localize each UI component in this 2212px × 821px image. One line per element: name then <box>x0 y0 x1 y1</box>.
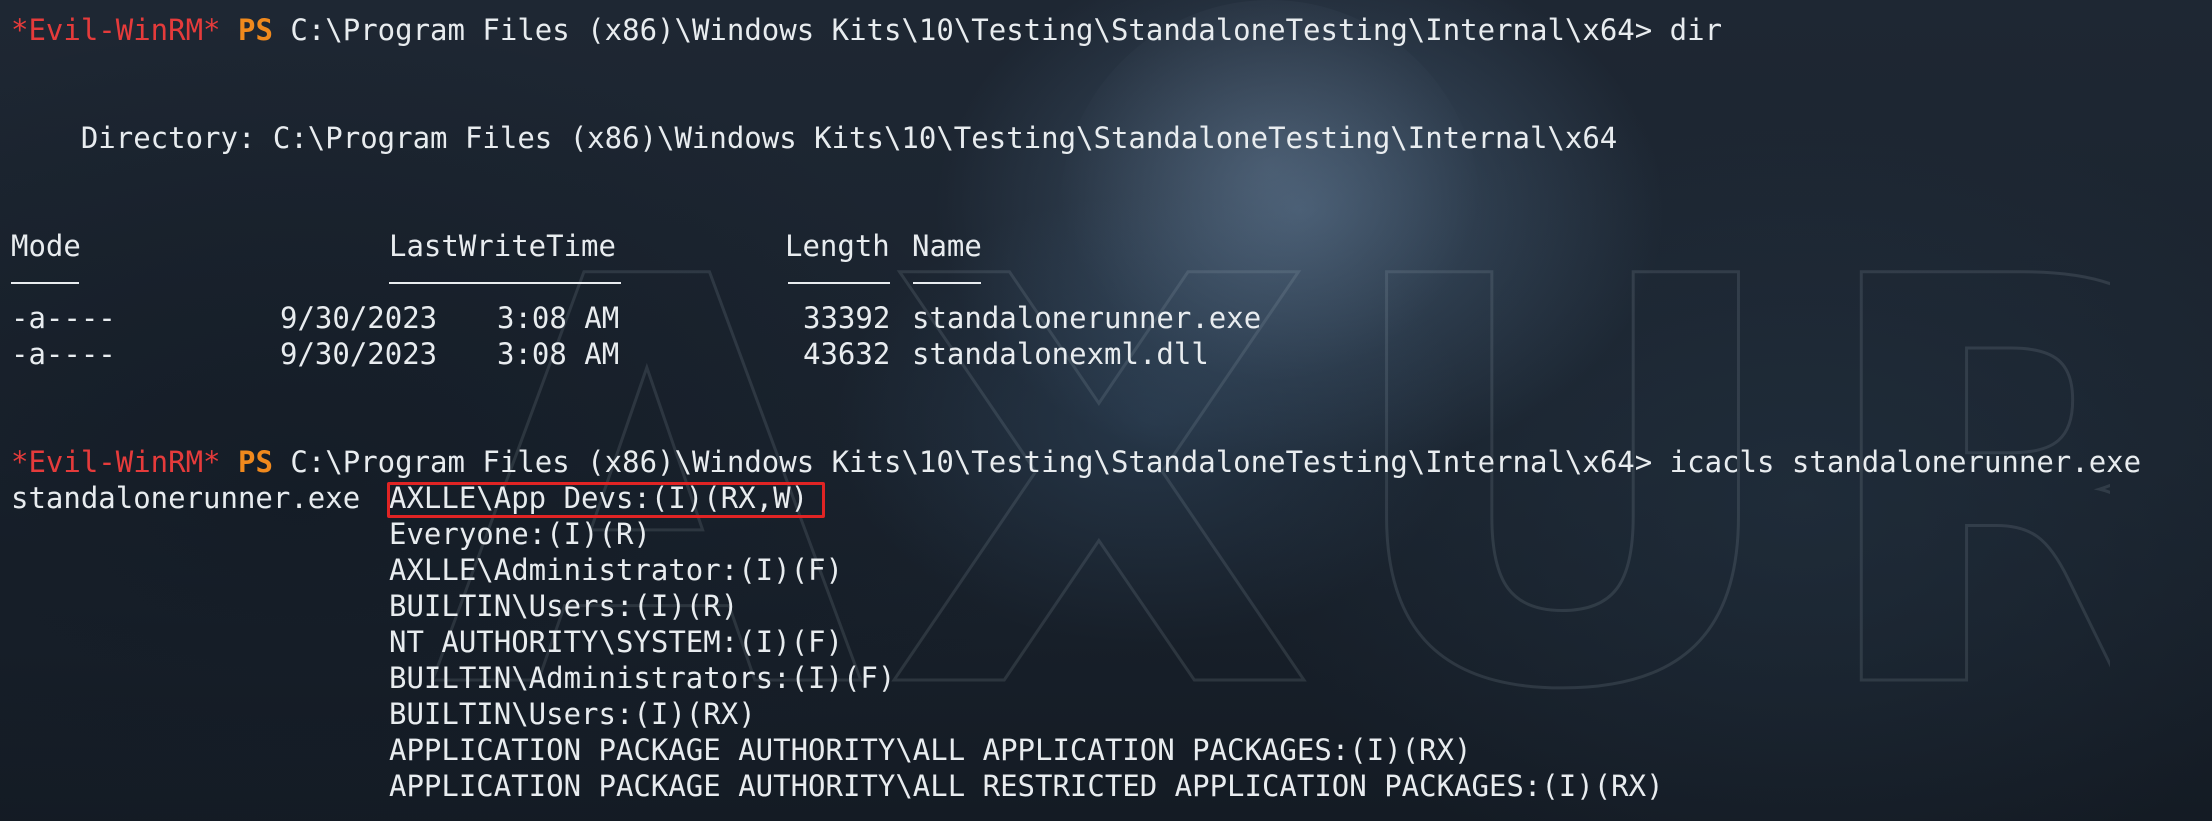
prompt-line-icacls: *Evil-WinRM* PS C:\Program Files (x86)\W… <box>11 444 2141 480</box>
acl-entry: BUILTIN\Users:(I)(R) <box>389 589 739 623</box>
listing-header-mode: Mode <box>11 229 81 263</box>
table-row-name: standalonexml.dll <box>912 337 1209 371</box>
table-row-length: 43632 <box>803 337 891 371</box>
table-row-date: 9/30/2023 <box>280 301 438 335</box>
command-icacls: icacls standalonerunner.exe <box>1652 445 2142 479</box>
table-row-name: standalonerunner.exe <box>912 301 1262 335</box>
prompt-ps: PS <box>237 13 273 47</box>
acl-entry: BUILTIN\Administrators:(I)(F) <box>389 661 896 695</box>
command-dir: dir <box>1652 13 1723 47</box>
header-underline-length <box>788 282 890 284</box>
acl-entry: NT AUTHORITY\SYSTEM:(I)(F) <box>389 625 843 659</box>
prompt-path: C:\Program Files (x86)\Windows Kits\10\T… <box>290 13 1653 47</box>
header-underline-name <box>913 282 981 284</box>
directory-line: Directory: C:\Program Files (x86)\Window… <box>11 121 1618 155</box>
acl-entry: APPLICATION PACKAGE AUTHORITY\ALL RESTRI… <box>389 769 1664 803</box>
prompt-name: *Evil-WinRM* <box>11 13 221 47</box>
terminal-window[interactable]: *Evil-WinRM* PS C:\Program Files (x86)\W… <box>0 0 2212 821</box>
table-row-mode: -a---- <box>11 301 116 335</box>
prompt-name: *Evil-WinRM* <box>11 445 221 479</box>
acl-entry: AXLLE\Administrator:(I)(F) <box>389 553 843 587</box>
listing-header-length: Length <box>785 229 890 263</box>
highlight-box <box>387 482 825 518</box>
table-row-time: 3:08 AM <box>497 337 620 371</box>
table-row-time: 3:08 AM <box>497 301 620 335</box>
table-row-length: 33392 <box>803 301 891 335</box>
acl-entry: BUILTIN\Users:(I)(RX) <box>389 697 756 731</box>
prompt-path: C:\Program Files (x86)\Windows Kits\10\T… <box>290 445 1653 479</box>
listing-header-lastwritetime: LastWriteTime <box>389 229 616 263</box>
acl-entry: APPLICATION PACKAGE AUTHORITY\ALL APPLIC… <box>389 733 1472 767</box>
table-row-mode: -a---- <box>11 337 116 371</box>
listing-header-name: Name <box>912 229 982 263</box>
header-underline-lastwritetime <box>389 282 621 284</box>
table-row-date: 9/30/2023 <box>280 337 438 371</box>
icacls-file: standalonerunner.exe <box>11 481 361 515</box>
acl-entry: Everyone:(I)(R) <box>389 517 651 551</box>
prompt-ps: PS <box>237 445 273 479</box>
header-underline-mode <box>11 282 79 284</box>
prompt-line-dir: *Evil-WinRM* PS C:\Program Files (x86)\W… <box>11 12 1722 48</box>
